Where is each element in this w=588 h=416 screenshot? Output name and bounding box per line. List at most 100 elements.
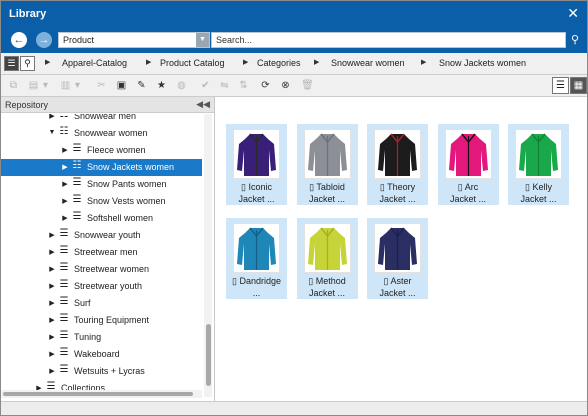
chevron-down-icon[interactable]: ▾ <box>39 79 52 92</box>
tree-item[interactable]: ▶ ☰ Streetwear youth <box>1 278 202 295</box>
collapsed-arrow-icon[interactable]: ▶ <box>48 114 56 120</box>
collapsed-arrow-icon[interactable]: ▶ <box>48 231 56 239</box>
tree-item[interactable]: ▶ ☷ Snow Jackets women <box>1 159 202 176</box>
category-icon: ☰ <box>59 228 69 239</box>
product-tile[interactable]: ▯ Aster Jacket ... <box>367 218 428 299</box>
chevron-right-icon: ▶ <box>314 59 320 66</box>
tree-item[interactable]: ▼ ☷ Snowwear women <box>1 125 202 142</box>
category-icon: ☰ <box>72 211 82 222</box>
tree-toggle-button[interactable]: ☰ <box>4 56 19 71</box>
search-input[interactable] <box>211 32 566 48</box>
tree-item[interactable]: ▶ ☰ Fleece women <box>1 142 202 159</box>
collapsed-arrow-icon[interactable]: ▶ <box>48 350 56 358</box>
paste-icon[interactable]: ▣ <box>115 79 128 92</box>
chevron-right-icon: ▶ <box>421 59 427 66</box>
collapsed-arrow-icon[interactable]: ▶ <box>48 367 56 375</box>
collapsed-arrow-icon[interactable]: ▶ <box>48 248 56 256</box>
scroll-thumb[interactable] <box>3 392 193 396</box>
edit-icon[interactable]: ✎ <box>135 79 148 92</box>
search-icon[interactable]: ⚲ <box>567 32 583 48</box>
comment-icon[interactable]: ◍ <box>175 79 188 92</box>
breadcrumb-item[interactable]: Categories <box>257 58 301 68</box>
scope-select[interactable]: Product ▼ <box>58 32 210 48</box>
collapsed-arrow-icon[interactable]: ▶ <box>61 180 69 188</box>
tree-item[interactable]: ▶ ☰ Tuning <box>1 329 202 346</box>
approve-icon[interactable]: ✔ <box>199 79 212 92</box>
collapsed-arrow-icon[interactable]: ▶ <box>48 265 56 273</box>
tree-item-label: Fleece women <box>87 145 146 155</box>
product-tile[interactable]: ▯ Kelly Jacket ... <box>508 124 569 205</box>
tree-item[interactable]: ▶ ☰ Snow Pants women <box>1 176 202 193</box>
product-tile[interactable]: ▯ Method Jacket ... <box>296 218 358 299</box>
collapsed-arrow-icon[interactable]: ▶ <box>61 197 69 205</box>
category-icon: ☰ <box>59 262 69 273</box>
category-icon: ☷ <box>72 160 82 171</box>
cut-icon[interactable]: ✂ <box>95 79 108 92</box>
tree-item[interactable]: ▶ ☰ Wetsuits + Lycras <box>1 363 202 380</box>
tree-item[interactable]: ▶ ☰ Snowwear youth <box>1 227 202 244</box>
copy-icon[interactable]: ⧉ <box>7 79 20 92</box>
collapsed-arrow-icon[interactable]: ▶ <box>48 333 56 341</box>
tree-item[interactable]: ▶ ☰ Wakeboard <box>1 346 202 363</box>
expanded-arrow-icon[interactable]: ▼ <box>48 129 56 136</box>
grid-view-button[interactable]: ▦ <box>570 77 587 94</box>
breadcrumb-item[interactable]: Snowwear women <box>331 58 405 68</box>
sync-icon[interactable]: ⇋ <box>218 79 231 92</box>
product-thumbnail <box>515 129 562 179</box>
breadcrumb-item[interactable]: Snow Jackets women <box>439 58 526 68</box>
product-tile[interactable]: ▯ Dandridge ... <box>226 218 287 299</box>
jacket-image <box>307 133 347 176</box>
category-icon: ☷ <box>59 126 69 137</box>
tree-item[interactable]: ▶ ☰ Softshell women <box>1 210 202 227</box>
breadcrumb-item[interactable]: Product Catalog <box>160 58 225 68</box>
list-view-button[interactable]: ☰ <box>552 77 569 94</box>
vertical-scrollbar[interactable] <box>204 114 212 397</box>
tree-item-label: Surf <box>74 298 91 308</box>
repository-header: Repository ◀◀ <box>1 97 214 113</box>
tree-item-label: Snowwear youth <box>74 230 141 240</box>
category-icon: ☰ <box>59 347 69 358</box>
product-name: ▯ Dandridge ... <box>232 276 281 298</box>
back-button[interactable]: ← <box>11 32 27 48</box>
publish-icon[interactable]: ⇅ <box>237 79 250 92</box>
tree-item-label: Snow Jackets women <box>87 162 175 172</box>
tree-item[interactable]: ▶ ☰ Streetwear men <box>1 244 202 261</box>
jacket-image <box>378 133 417 176</box>
category-icon: ☰ <box>59 330 69 341</box>
close-icon[interactable]: ✕ <box>567 6 579 20</box>
collapsed-arrow-icon[interactable]: ▶ <box>48 282 56 290</box>
collapse-panel-icon[interactable]: ◀◀ <box>196 99 210 110</box>
collapsed-arrow-icon[interactable]: ▶ <box>61 146 69 154</box>
horizontal-scrollbar[interactable] <box>1 390 202 398</box>
chevron-down-icon[interactable]: ▼ <box>196 33 209 47</box>
chevron-down-icon[interactable]: ▾ <box>71 79 84 92</box>
product-tile[interactable]: ▯ Iconic Jacket ... <box>226 124 287 205</box>
breadcrumb-item[interactable]: Apparel-Catalog <box>62 58 127 68</box>
refresh-icon[interactable]: ⟳ <box>259 79 272 92</box>
category-icon: ☰ <box>59 245 69 256</box>
collapsed-arrow-icon[interactable]: ▶ <box>48 299 56 307</box>
product-name: ▯ Iconic Jacket ... <box>238 182 275 204</box>
product-name: ▯ Theory Jacket ... <box>379 182 416 204</box>
jacket-image <box>307 227 347 270</box>
product-name: ▯ Arc Jacket ... <box>449 182 486 204</box>
product-tile[interactable]: ▯ Tabloid Jacket ... <box>296 124 358 205</box>
tree-item[interactable]: ▶ ☰ Snow Vests women <box>1 193 202 210</box>
collapsed-arrow-icon[interactable]: ▶ <box>61 163 69 171</box>
product-name: ▯ Kelly Jacket ... <box>520 182 557 204</box>
tree-item[interactable]: ▶ ☰ Streetwear women <box>1 261 202 278</box>
product-tile[interactable]: ▯ Theory Jacket ... <box>367 124 428 205</box>
withdraw-icon[interactable]: ⊗ <box>279 79 292 92</box>
collapsed-arrow-icon[interactable]: ▶ <box>61 214 69 222</box>
product-thumbnail <box>374 129 421 179</box>
scroll-thumb[interactable] <box>206 324 211 386</box>
search-mode-button[interactable]: ⚲ <box>20 56 35 71</box>
delete-icon[interactable]: 🗑 <box>301 79 314 92</box>
tree-item[interactable]: ▶ ☷ Snowwear men <box>1 114 202 125</box>
forward-button[interactable]: → <box>36 32 52 48</box>
bookmark-icon[interactable]: ★ <box>155 79 168 92</box>
collapsed-arrow-icon[interactable]: ▶ <box>48 316 56 324</box>
tree-item[interactable]: ▶ ☰ Touring Equipment <box>1 312 202 329</box>
product-tile[interactable]: ▯ Arc Jacket ... <box>437 124 499 205</box>
tree-item[interactable]: ▶ ☰ Surf <box>1 295 202 312</box>
